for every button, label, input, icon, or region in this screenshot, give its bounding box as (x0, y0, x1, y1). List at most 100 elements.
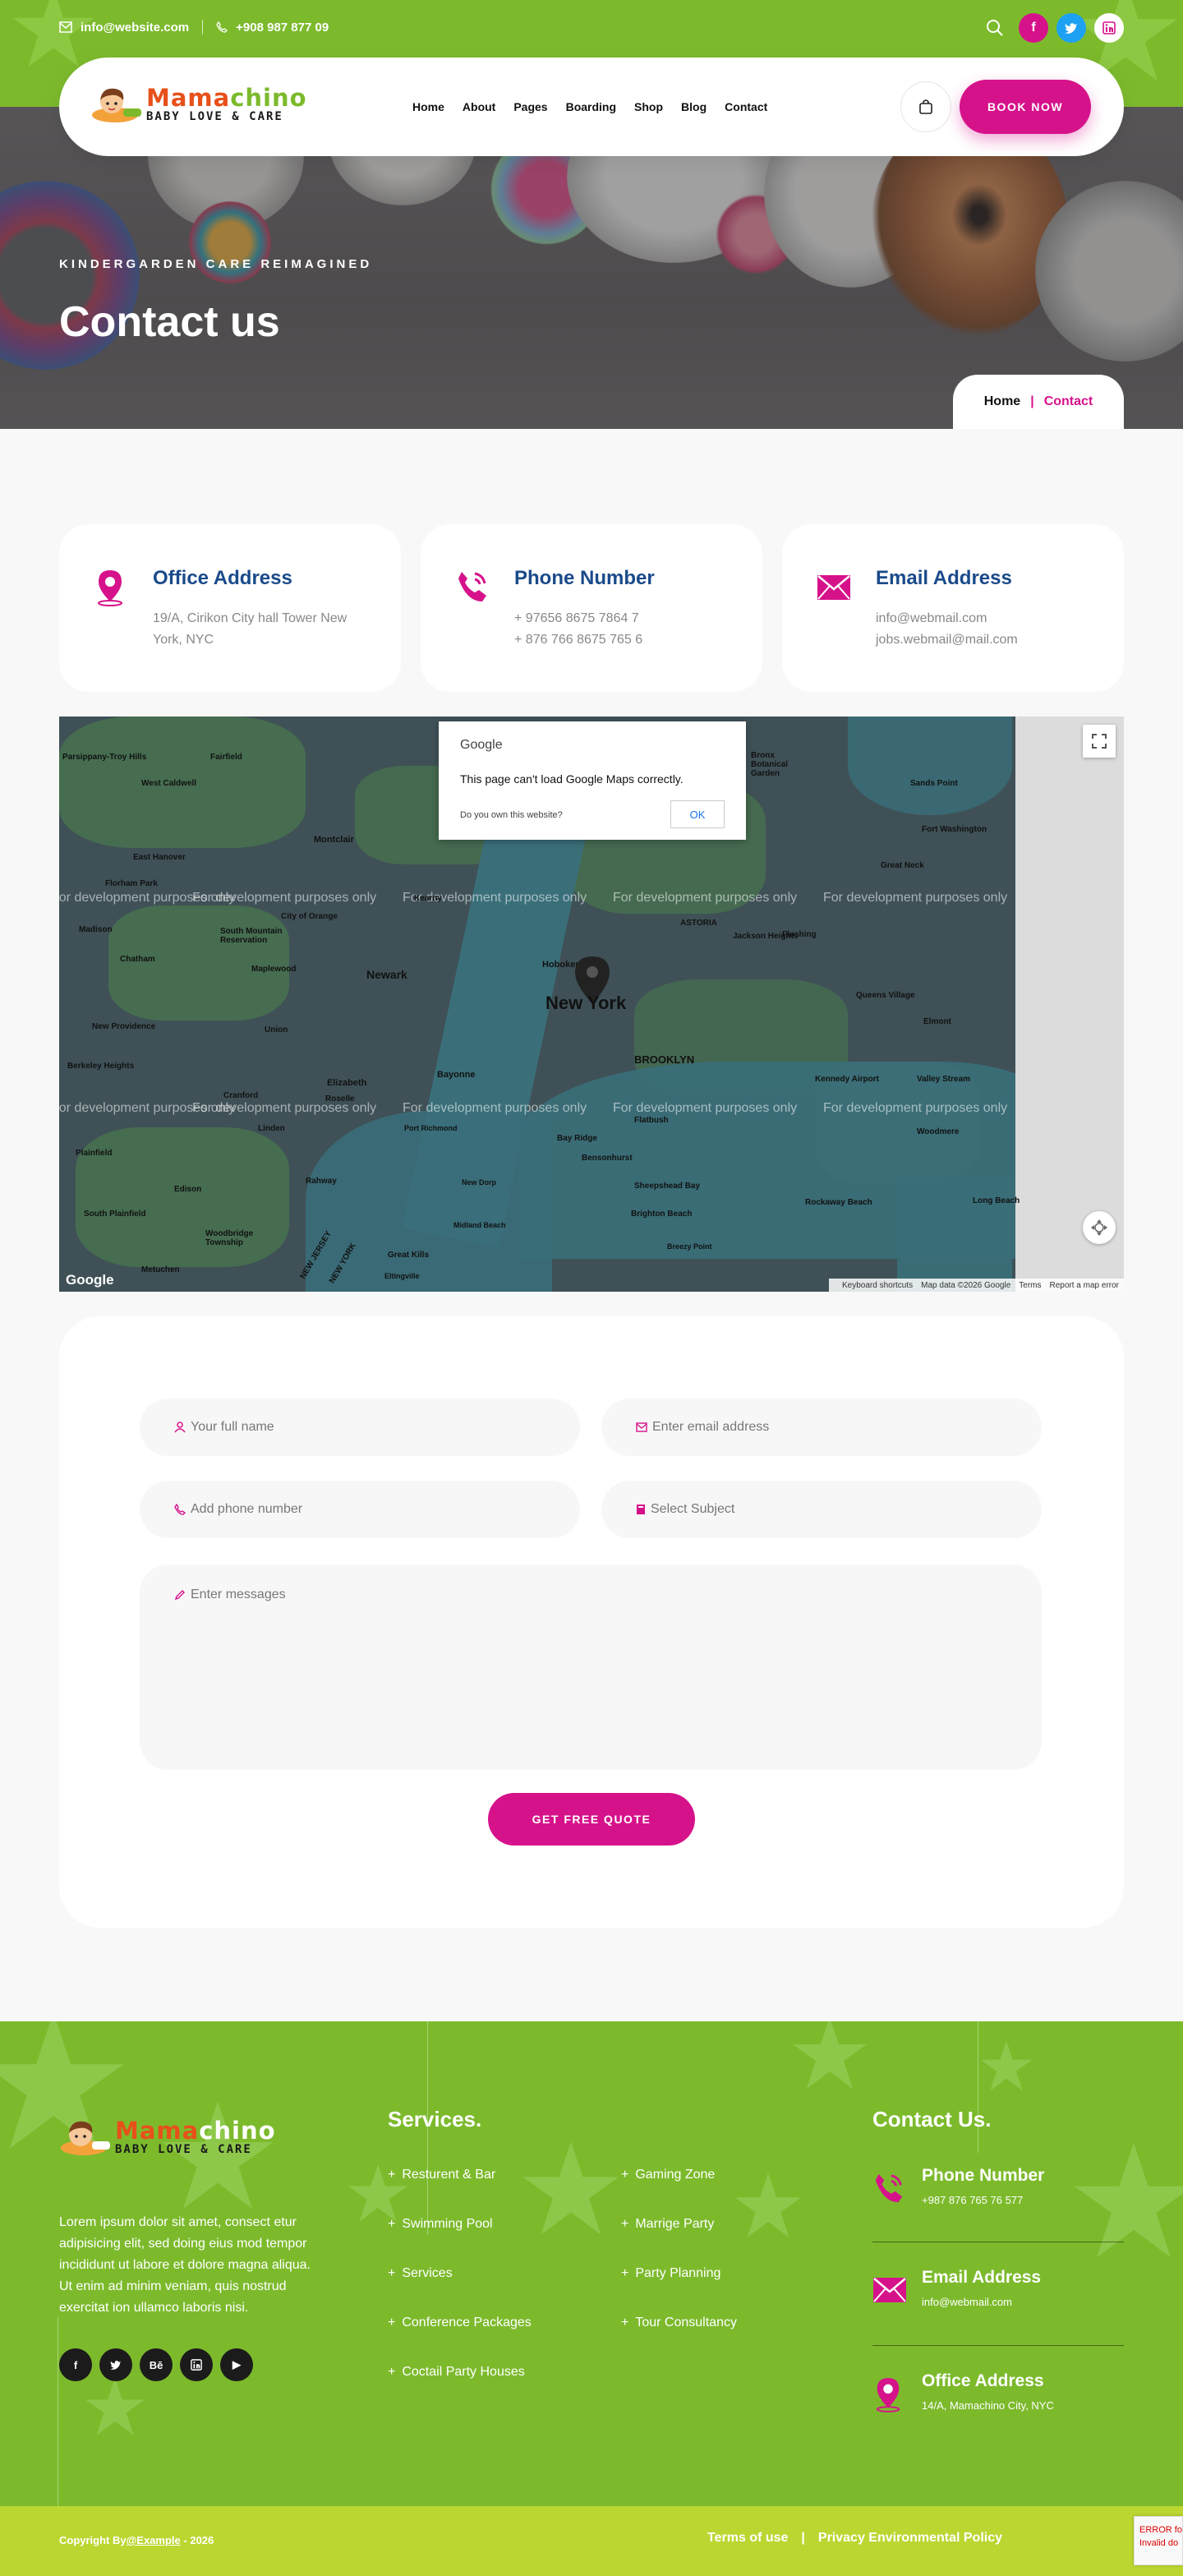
email-input[interactable]: Enter email address (601, 1399, 1042, 1456)
service-link[interactable]: Marrige Party (621, 2217, 714, 2232)
service-link[interactable]: Party Planning (621, 2266, 720, 2281)
map-label: Linden (258, 1124, 285, 1133)
map-watermark: For development purposes only (823, 891, 1008, 905)
map-label: Rockaway Beach (805, 1198, 872, 1207)
youtube-icon[interactable]: ▶ (220, 2348, 253, 2381)
map-label: Kearny (414, 894, 442, 903)
facebook-icon[interactable]: f (1019, 13, 1048, 43)
map-watermark: For development purposes only (403, 1101, 587, 1115)
privacy-policy-link[interactable]: Privacy Environmental Policy (818, 2531, 1002, 2546)
nav-item-home[interactable]: Home (412, 100, 444, 113)
keyboard-shortcuts-link[interactable]: Keyboard shortcuts (842, 1281, 913, 1290)
envelope-icon (873, 2278, 906, 2302)
card-text: + 97656 8675 7864 7 (514, 611, 639, 625)
email-address-card: Email Address info@webmail.com jobs.webm… (782, 524, 1124, 692)
nav-item-about[interactable]: About (463, 100, 495, 113)
phone-input[interactable]: Add phone number (140, 1481, 580, 1538)
nav-item-blog[interactable]: Blog (681, 100, 707, 113)
top-email-link[interactable]: info@website.com (81, 21, 189, 35)
breadcrumb-home-link[interactable]: Home (984, 394, 1020, 409)
service-link[interactable]: Swimming Pool (388, 2217, 492, 2232)
service-link[interactable]: Coctail Party Houses (388, 2365, 524, 2380)
map-label: South Plainfield (84, 1210, 146, 1219)
envelope-icon (59, 21, 72, 33)
terms-link[interactable]: Terms (1019, 1281, 1041, 1290)
phone-icon (875, 2173, 903, 2203)
pencil-icon (174, 1590, 185, 1601)
contact-heading: Contact Us. (872, 2107, 992, 2131)
map-label: Fairfield (210, 753, 242, 762)
move-arrows-icon (1091, 1219, 1107, 1236)
star-decoration-icon (793, 2021, 867, 2089)
divider (872, 2345, 1124, 2346)
legal-separator: | (801, 2531, 805, 2545)
footer-about-text: Lorem ipsum dolor sit amet, consect etur… (59, 2215, 311, 2315)
search-icon[interactable] (986, 19, 1004, 37)
breadcrumb-current: Contact (1043, 394, 1093, 408)
recaptcha-badge[interactable]: ERROR fo Invalid do (1134, 2516, 1183, 2565)
page-title: Contact us (59, 298, 280, 346)
main-nav: Home About Pages Boarding Shop Blog Cont… (412, 58, 785, 156)
map-error-message: This page can't load Google Maps correct… (460, 772, 684, 786)
breadcrumb-separator: | (1030, 394, 1034, 408)
map-label: Bay Ridge (557, 1134, 597, 1143)
map-label: Edison (174, 1185, 202, 1194)
google-wordmark: Google (460, 738, 503, 752)
map-label: Chatham (120, 955, 155, 964)
service-link[interactable]: Tour Consultancy (621, 2316, 737, 2330)
map-label: Berkeley Heights (67, 1062, 135, 1071)
phone-icon (458, 572, 486, 601)
map-label: Parsippany-Troy Hills (62, 753, 147, 762)
divider (202, 20, 204, 35)
map-label: Plainfield (76, 1149, 113, 1158)
map-label: Brighton Beach (631, 1210, 693, 1219)
map-label: Maplewood (251, 965, 297, 974)
terms-of-use-link[interactable]: Terms of use (707, 2531, 788, 2546)
star-decoration-icon (980, 2040, 1033, 2091)
top-social-links: f (986, 13, 1124, 43)
service-link[interactable]: Resturent & Bar (388, 2168, 495, 2182)
facebook-icon[interactable]: f (59, 2348, 92, 2381)
map-label: New Providence (92, 1022, 156, 1031)
map-label: Flatbush (634, 1116, 669, 1125)
map-ok-button[interactable]: OK (670, 800, 725, 828)
twitter-icon[interactable] (1056, 13, 1086, 43)
card-title: Phone Number (514, 567, 655, 589)
report-map-error-link[interactable]: Report a map error (1050, 1281, 1119, 1290)
map-label: Sands Point (910, 779, 958, 788)
nav-item-contact[interactable]: Contact (725, 100, 767, 113)
nav-item-boarding[interactable]: Boarding (566, 100, 616, 113)
top-phone-link[interactable]: +908 987 877 09 (236, 21, 329, 35)
fullscreen-button[interactable] (1083, 725, 1116, 758)
map-data-text: Map data ©2026 Google (921, 1280, 1011, 1290)
service-link[interactable]: Gaming Zone (621, 2168, 715, 2182)
name-input[interactable]: Your full name (140, 1399, 580, 1456)
map-label: Bronx Botanical Garden (751, 751, 789, 778)
cart-button[interactable] (900, 81, 951, 132)
book-now-button[interactable]: BOOK NOW (960, 80, 1091, 134)
twitter-icon[interactable] (99, 2348, 132, 2381)
behance-icon[interactable]: Bē (140, 2348, 173, 2381)
footer-logo[interactable]: Mamachino BABY LOVE & CARE (59, 2117, 276, 2158)
map-camera-control[interactable] (1083, 1211, 1116, 1244)
phone-icon (216, 21, 228, 33)
map-label: New Dorp (462, 1178, 497, 1187)
copyright-link[interactable]: @Example (127, 2534, 181, 2546)
message-textarea[interactable]: Enter messages (140, 1564, 1042, 1770)
map-label: Valley Stream (917, 1075, 971, 1084)
nav-item-shop[interactable]: Shop (634, 100, 663, 113)
map-label: Port Richmond (404, 1124, 458, 1132)
google-map-logo[interactable]: Google (66, 1272, 114, 1288)
linkedin-icon[interactable] (180, 2348, 213, 2381)
nav-item-pages[interactable]: Pages (513, 100, 547, 113)
card-text: jobs.webmail@mail.com (876, 633, 1018, 647)
subject-select[interactable]: Select Subject (601, 1481, 1042, 1538)
linkedin-icon[interactable] (1094, 13, 1124, 43)
map-label: Eltingville (384, 1272, 420, 1280)
site-logo[interactable]: Mamachino BABY LOVE & CARE (90, 84, 307, 125)
logo-tagline: BABY LOVE & CARE (115, 2143, 252, 2156)
google-map[interactable]: For development purposes only For develo… (59, 717, 1124, 1292)
service-link[interactable]: Services (388, 2266, 452, 2281)
get-free-quote-button[interactable]: GET FREE QUOTE (488, 1793, 695, 1846)
service-link[interactable]: Conference Packages (388, 2316, 531, 2330)
